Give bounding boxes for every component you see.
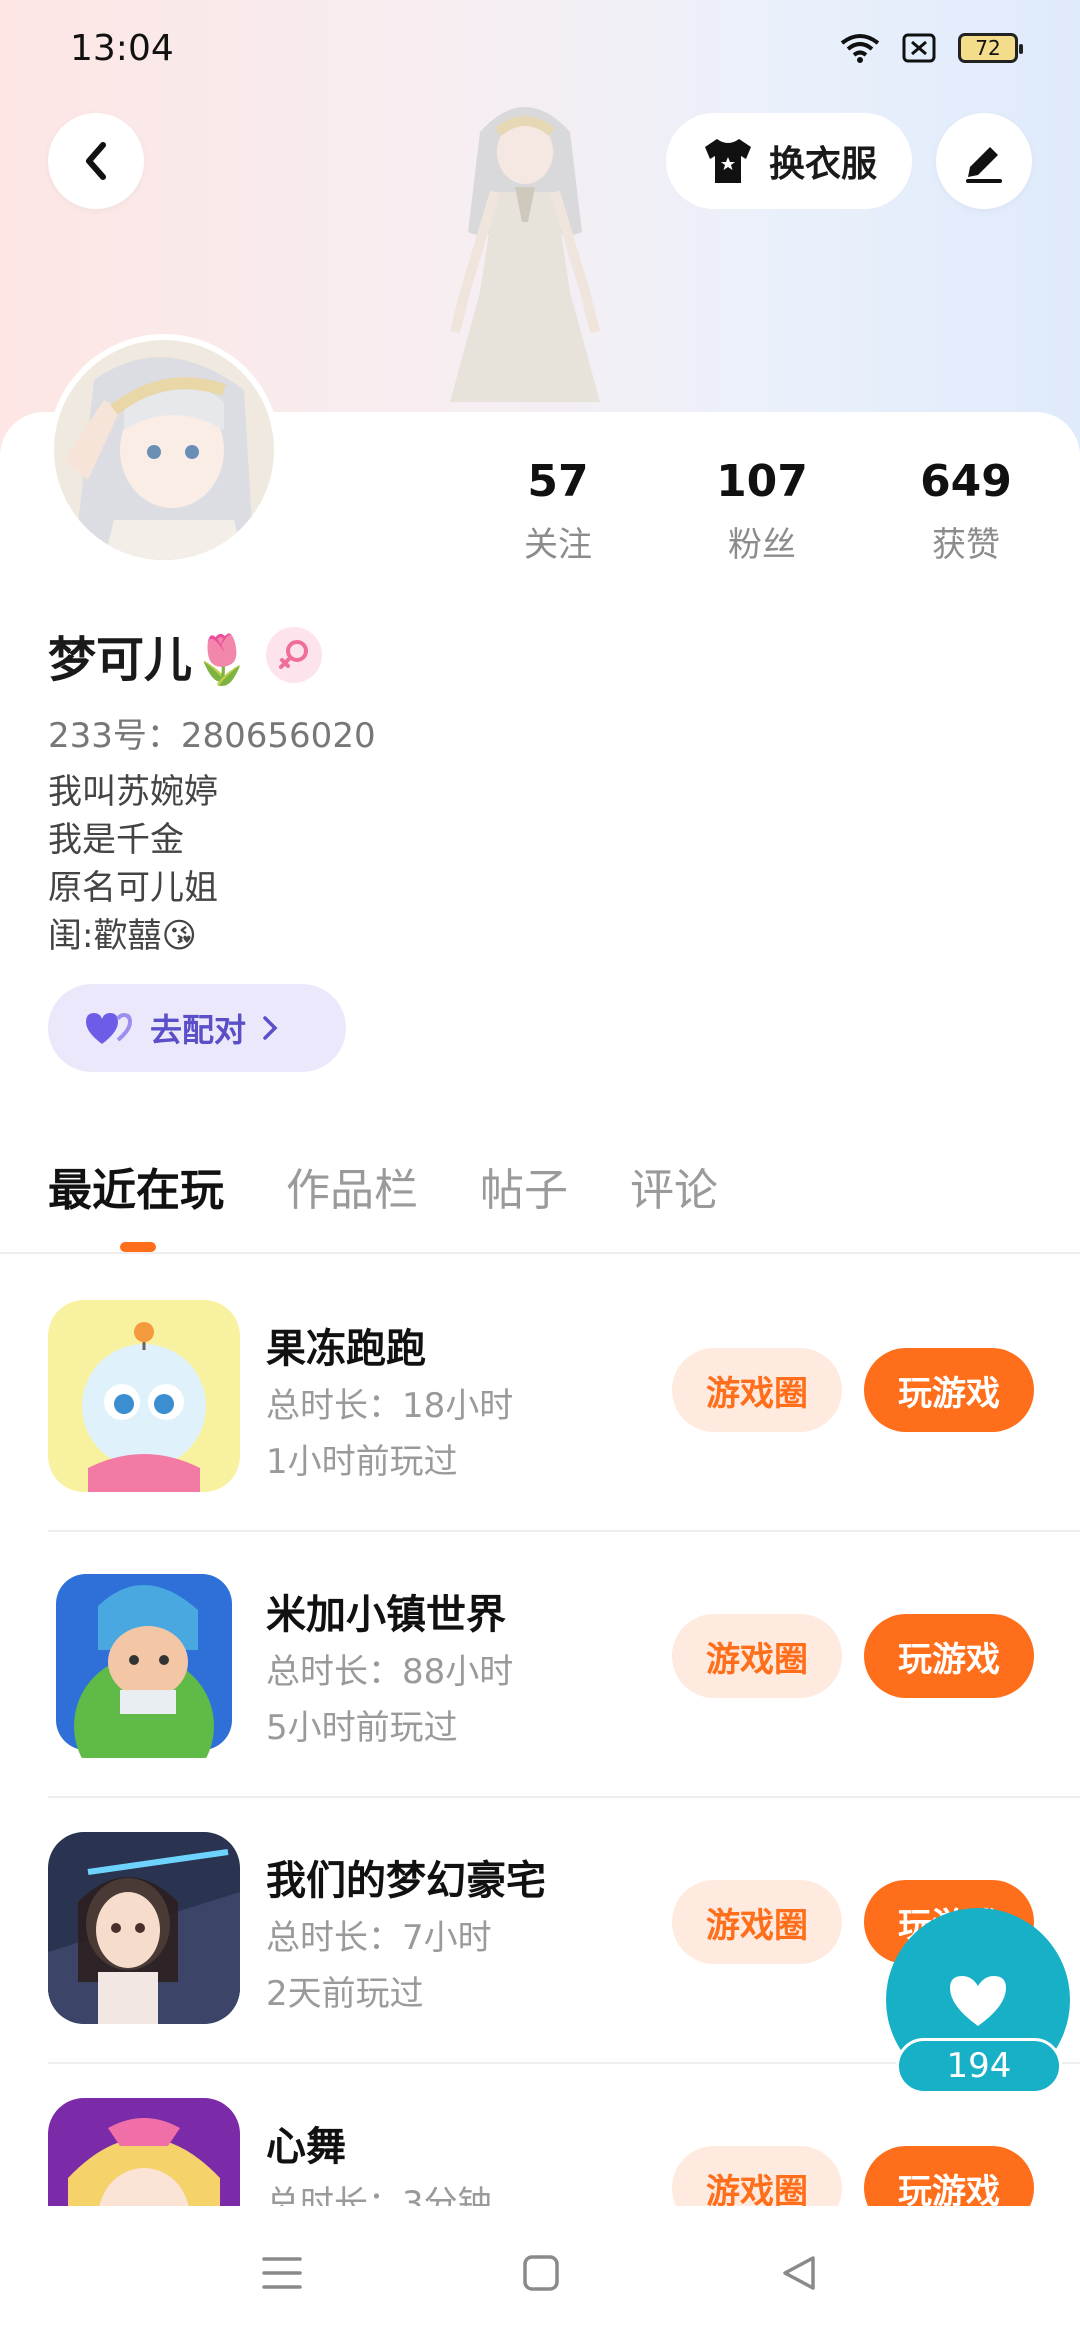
- chevron-right-icon: [263, 1016, 278, 1040]
- tab-recently-played[interactable]: 最近在玩: [48, 1154, 224, 1252]
- hearts-icon: [86, 1012, 133, 1044]
- game-icon-miga-town: [48, 1566, 240, 1758]
- list-item[interactable]: 米加小镇世界 总时长：88小时 5小时前玩过 游戏圈 玩游戏: [48, 1532, 1080, 1798]
- avatar[interactable]: [48, 334, 280, 566]
- game-icon-jelly-run: [48, 1300, 240, 1492]
- game-circle-button[interactable]: 游戏圈: [672, 1614, 842, 1698]
- stat-likes[interactable]: 649 获赞: [886, 456, 1046, 566]
- system-navigation-bar: [0, 2206, 1080, 2340]
- following-label: 关注: [524, 525, 592, 565]
- edit-icon: [966, 147, 1002, 183]
- status-time: 13:04: [70, 27, 174, 69]
- bio-line: 原名可儿姐: [48, 868, 218, 908]
- stat-following[interactable]: 57 关注: [478, 456, 638, 566]
- following-count: 57: [527, 456, 589, 507]
- bio-line: 闺:歡囍😘: [48, 916, 197, 956]
- game-circle-button[interactable]: 游戏圈: [672, 2146, 842, 2206]
- game-duration: 总时长：88小时: [266, 1652, 514, 1692]
- followers-count: 107: [716, 456, 808, 507]
- game-duration: 总时长：18小时: [266, 1386, 514, 1426]
- profile-tabs: 最近在玩 作品栏 帖子 评论: [48, 1154, 718, 1252]
- likes-count: 649: [920, 456, 1012, 507]
- dress-up-label: 换衣服: [768, 144, 877, 185]
- status-bar: 13:04 72: [0, 0, 1080, 96]
- game-title: 我们的梦幻豪宅: [266, 1858, 546, 1904]
- dress-up-button[interactable]: 换衣服: [666, 113, 912, 209]
- game-last-played: 5小时前玩过: [266, 1708, 458, 1748]
- floating-like-button[interactable]: 194: [884, 1908, 1072, 2108]
- no-sim-icon: [902, 33, 936, 63]
- game-circle-button[interactable]: 游戏圈: [672, 1880, 842, 1964]
- bio-line: 我叫苏婉婷: [48, 772, 218, 812]
- game-icon-dream-mansion: [48, 1832, 240, 2024]
- game-icon-xinwu: [48, 2098, 240, 2206]
- game-circle-button[interactable]: 游戏圈: [672, 1348, 842, 1432]
- profile-name: 梦可儿🌷: [48, 632, 252, 688]
- avatar-3d-figure[interactable]: [410, 92, 640, 412]
- menu-icon[interactable]: [262, 2255, 302, 2291]
- chevron-left-icon: [86, 142, 106, 180]
- play-game-button[interactable]: 玩游戏: [864, 1614, 1034, 1698]
- match-label: 去配对: [150, 1011, 247, 1049]
- female-gender-icon: [265, 627, 322, 683]
- back-button[interactable]: [48, 113, 144, 209]
- play-game-button[interactable]: 玩游戏: [864, 2146, 1034, 2206]
- battery-icon: 72: [958, 33, 1023, 63]
- followers-label: 粉丝: [728, 525, 796, 565]
- user-id: 233号：280656020: [48, 716, 376, 756]
- stat-followers[interactable]: 107 粉丝: [682, 456, 842, 566]
- profile-bio: 我叫苏婉婷 我是千金 原名可儿姐 闺:歡囍😘: [48, 768, 218, 960]
- game-last-played: 2天前玩过: [266, 1974, 424, 2014]
- tab-comments[interactable]: 评论: [630, 1154, 718, 1218]
- wifi-icon: [840, 34, 880, 63]
- game-title: 心舞: [266, 2124, 346, 2170]
- play-game-button[interactable]: 玩游戏: [864, 1348, 1034, 1432]
- game-duration: 总时长：7小时: [266, 1918, 492, 1958]
- home-icon[interactable]: [522, 2254, 560, 2292]
- shirt-icon: [704, 139, 751, 183]
- tab-works[interactable]: 作品栏: [286, 1154, 418, 1218]
- heart-icon: [950, 1976, 1006, 2026]
- battery-level: 72: [975, 36, 1001, 60]
- game-duration: 总时长：3分钟: [266, 2184, 492, 2206]
- avatar-image: [54, 340, 274, 560]
- tab-divider: [0, 1252, 1080, 1254]
- likes-label: 获赞: [932, 525, 1000, 565]
- status-icons: 72: [840, 33, 1023, 63]
- match-button[interactable]: 去配对: [48, 984, 346, 1072]
- profile-screen: 13:04 72 换衣服 57 关注 107 粉丝 649 获赞 梦可儿🌷 23…: [0, 0, 1080, 2340]
- like-count: 194: [896, 2038, 1062, 2094]
- back-nav-icon[interactable]: [780, 2254, 818, 2292]
- game-title: 果冻跑跑: [266, 1326, 426, 1372]
- name-row: 梦可儿🌷: [48, 620, 322, 690]
- edit-profile-button[interactable]: [936, 113, 1032, 209]
- tab-posts[interactable]: 帖子: [480, 1154, 568, 1218]
- game-last-played: 1小时前玩过: [266, 1442, 458, 1482]
- game-title: 米加小镇世界: [266, 1592, 506, 1638]
- list-item[interactable]: 果冻跑跑 总时长：18小时 1小时前玩过 游戏圈 玩游戏: [48, 1266, 1080, 1532]
- bio-line: 我是千金: [48, 820, 184, 860]
